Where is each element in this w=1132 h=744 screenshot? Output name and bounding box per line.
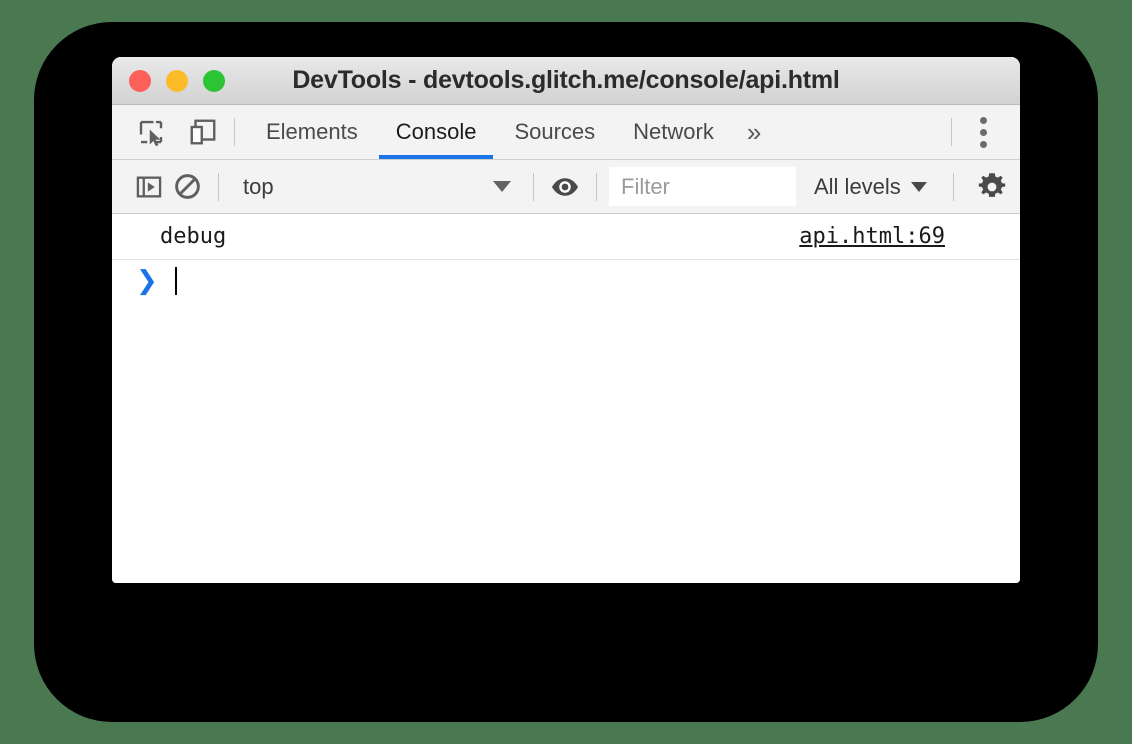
inspect-element-icon[interactable] — [132, 113, 170, 151]
devtools-tabbar: Elements Console Sources Network » — [112, 105, 1020, 160]
kebab-dot — [979, 128, 987, 136]
console-message-row[interactable]: debug api.html:69 — [112, 214, 1020, 260]
filterbar-divider-1 — [218, 172, 219, 201]
console-prompt-row[interactable]: ❯ — [112, 260, 1020, 302]
tab-network-label: Network — [633, 119, 714, 144]
text-caret — [174, 267, 177, 295]
clear-console-icon[interactable] — [168, 168, 206, 206]
tab-sources-label: Sources — [514, 119, 596, 144]
gear-icon[interactable] — [972, 167, 1012, 207]
tabbar-divider — [234, 118, 235, 146]
execution-context-selector[interactable]: top — [231, 168, 521, 206]
filterbar-divider-2 — [533, 172, 534, 201]
window-title: DevTools - devtools.glitch.me/console/ap… — [292, 66, 840, 94]
chevron-double-right-icon: » — [746, 116, 762, 147]
kebab-dot — [979, 140, 987, 148]
close-window-button[interactable] — [129, 69, 151, 92]
prompt-chevron-icon: ❯ — [136, 266, 158, 296]
filterbar-divider-4 — [952, 172, 954, 201]
tab-sources[interactable]: Sources — [495, 105, 614, 159]
more-options-icon[interactable] — [964, 113, 1002, 151]
devtools-window: DevTools - devtools.glitch.me/console/ap… — [112, 57, 1020, 583]
execution-context-value: top — [243, 173, 274, 199]
tab-elements[interactable]: Elements — [247, 105, 377, 159]
tab-console[interactable]: Console — [377, 105, 496, 159]
device-toolbar-icon[interactable] — [184, 113, 222, 151]
console-sidebar-toggle-icon[interactable] — [130, 168, 168, 206]
kebab-dot — [979, 116, 987, 124]
filter-input[interactable]: Filter — [609, 167, 796, 206]
live-expression-eye-icon[interactable] — [546, 168, 584, 206]
devtools-tabs: Elements Console Sources Network » — [247, 105, 775, 159]
log-level-value: All levels — [814, 173, 901, 199]
traffic-lights — [129, 69, 225, 92]
tabbar-left-icons — [112, 113, 222, 151]
console-message-text: debug — [160, 224, 227, 249]
more-tabs-button[interactable]: » — [733, 105, 775, 159]
tabbar-right-group — [939, 113, 1020, 151]
window-titlebar: DevTools - devtools.glitch.me/console/ap… — [112, 57, 1020, 105]
tab-console-label: Console — [395, 119, 477, 144]
filter-input-placeholder: Filter — [621, 173, 670, 199]
console-output: debug api.html:69 ❯ — [112, 214, 1020, 583]
minimize-window-button[interactable] — [166, 69, 188, 92]
console-message-source-link[interactable]: api.html:69 — [799, 224, 945, 249]
tabbar-right-divider — [951, 118, 952, 146]
chevron-down-icon — [493, 181, 511, 192]
log-level-selector[interactable]: All levels — [796, 168, 941, 206]
filterbar-divider-3 — [596, 172, 597, 201]
maximize-window-button[interactable] — [203, 69, 225, 92]
chevron-down-icon — [910, 181, 927, 192]
tab-network[interactable]: Network — [614, 105, 733, 159]
tab-elements-label: Elements — [266, 119, 358, 144]
console-filter-toolbar: top Filter All levels — [112, 160, 1020, 214]
